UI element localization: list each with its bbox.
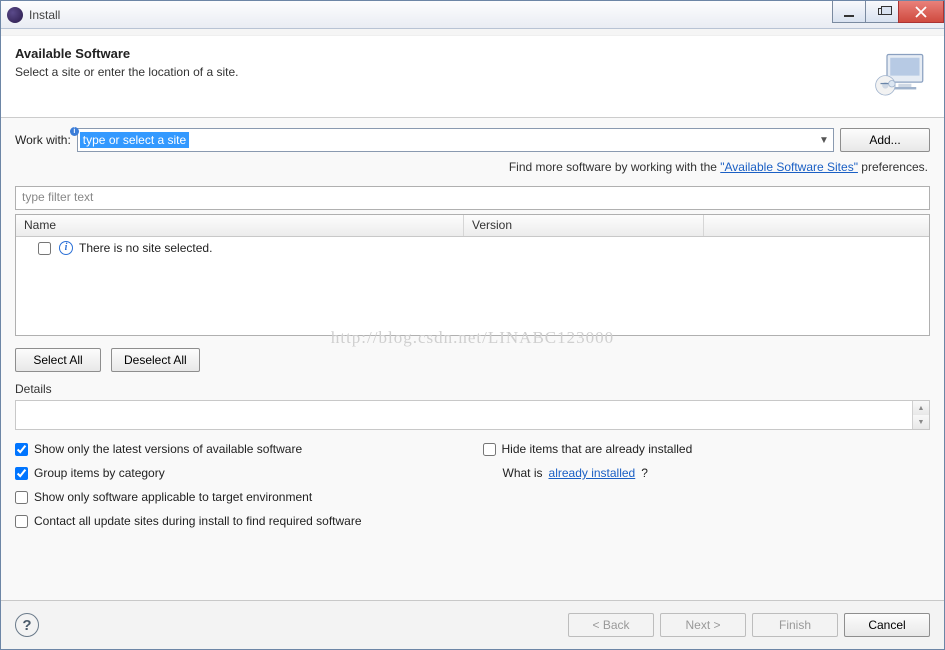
filter-input[interactable]: type filter text xyxy=(15,186,930,210)
work-with-label: Work with: i xyxy=(15,133,71,147)
wizard-footer: ? < Back Next > Finish Cancel xyxy=(1,600,944,649)
back-button[interactable]: < Back xyxy=(568,613,654,637)
titlebar: Install xyxy=(1,1,944,29)
install-banner-icon xyxy=(870,46,930,105)
work-with-combo[interactable]: type or select a site ▼ xyxy=(77,128,834,152)
opt-show-applicable[interactable]: Show only software applicable to target … xyxy=(15,490,463,504)
next-button[interactable]: Next > xyxy=(660,613,746,637)
checkbox[interactable] xyxy=(15,443,28,456)
cancel-button[interactable]: Cancel xyxy=(844,613,930,637)
minimize-button[interactable] xyxy=(832,1,866,23)
what-is-installed: What is already installed? xyxy=(483,466,931,480)
already-installed-link[interactable]: already installed xyxy=(549,466,636,480)
table-row: i There is no site selected. xyxy=(16,237,929,259)
page-title: Available Software xyxy=(15,46,870,61)
available-sites-link[interactable]: "Available Software Sites" xyxy=(720,160,858,174)
select-all-button[interactable]: Select All xyxy=(15,348,101,372)
wizard-header: Available Software Select a site or ente… xyxy=(1,36,944,118)
maximize-button[interactable] xyxy=(865,1,899,23)
page-subtitle: Select a site or enter the location of a… xyxy=(15,65,870,79)
info-badge-icon: i xyxy=(70,127,79,136)
chevron-down-icon[interactable]: ▼ xyxy=(913,415,929,429)
opt-hide-installed[interactable]: Hide items that are already installed xyxy=(483,442,931,456)
chevron-down-icon[interactable]: ▼ xyxy=(815,135,833,146)
help-button[interactable]: ? xyxy=(15,613,39,637)
eclipse-icon xyxy=(7,7,23,23)
col-name[interactable]: Name xyxy=(16,215,464,236)
window-title: Install xyxy=(29,8,60,22)
details-stepper[interactable]: ▲ ▼ xyxy=(912,401,929,429)
row-checkbox[interactable] xyxy=(38,242,51,255)
finish-button[interactable]: Finish xyxy=(752,613,838,637)
opt-group-category[interactable]: Group items by category xyxy=(15,466,463,480)
opt-contact-sites[interactable]: Contact all update sites during install … xyxy=(15,514,463,528)
empty-message: There is no site selected. xyxy=(79,241,212,255)
add-site-button[interactable]: Add... xyxy=(840,128,930,152)
deselect-all-button[interactable]: Deselect All xyxy=(111,348,200,372)
chevron-up-icon[interactable]: ▲ xyxy=(913,401,929,415)
work-with-selected-text: type or select a site xyxy=(80,132,189,148)
opt-show-latest[interactable]: Show only the latest versions of availab… xyxy=(15,442,463,456)
checkbox[interactable] xyxy=(15,491,28,504)
checkbox[interactable] xyxy=(15,467,28,480)
checkbox[interactable] xyxy=(15,515,28,528)
close-icon xyxy=(915,6,927,18)
col-version[interactable]: Version xyxy=(464,215,704,236)
table-header: Name Version xyxy=(16,215,929,237)
details-label: Details xyxy=(15,380,930,400)
hint-text: Find more software by working with the "… xyxy=(15,152,930,186)
info-icon: i xyxy=(59,241,73,255)
software-table: Name Version i There is no site selected… xyxy=(15,214,930,336)
details-panel: ▲ ▼ xyxy=(15,400,930,430)
toolbar-blur xyxy=(1,29,944,36)
checkbox[interactable] xyxy=(483,443,496,456)
close-button[interactable] xyxy=(898,1,944,23)
col-spacer xyxy=(704,215,929,236)
